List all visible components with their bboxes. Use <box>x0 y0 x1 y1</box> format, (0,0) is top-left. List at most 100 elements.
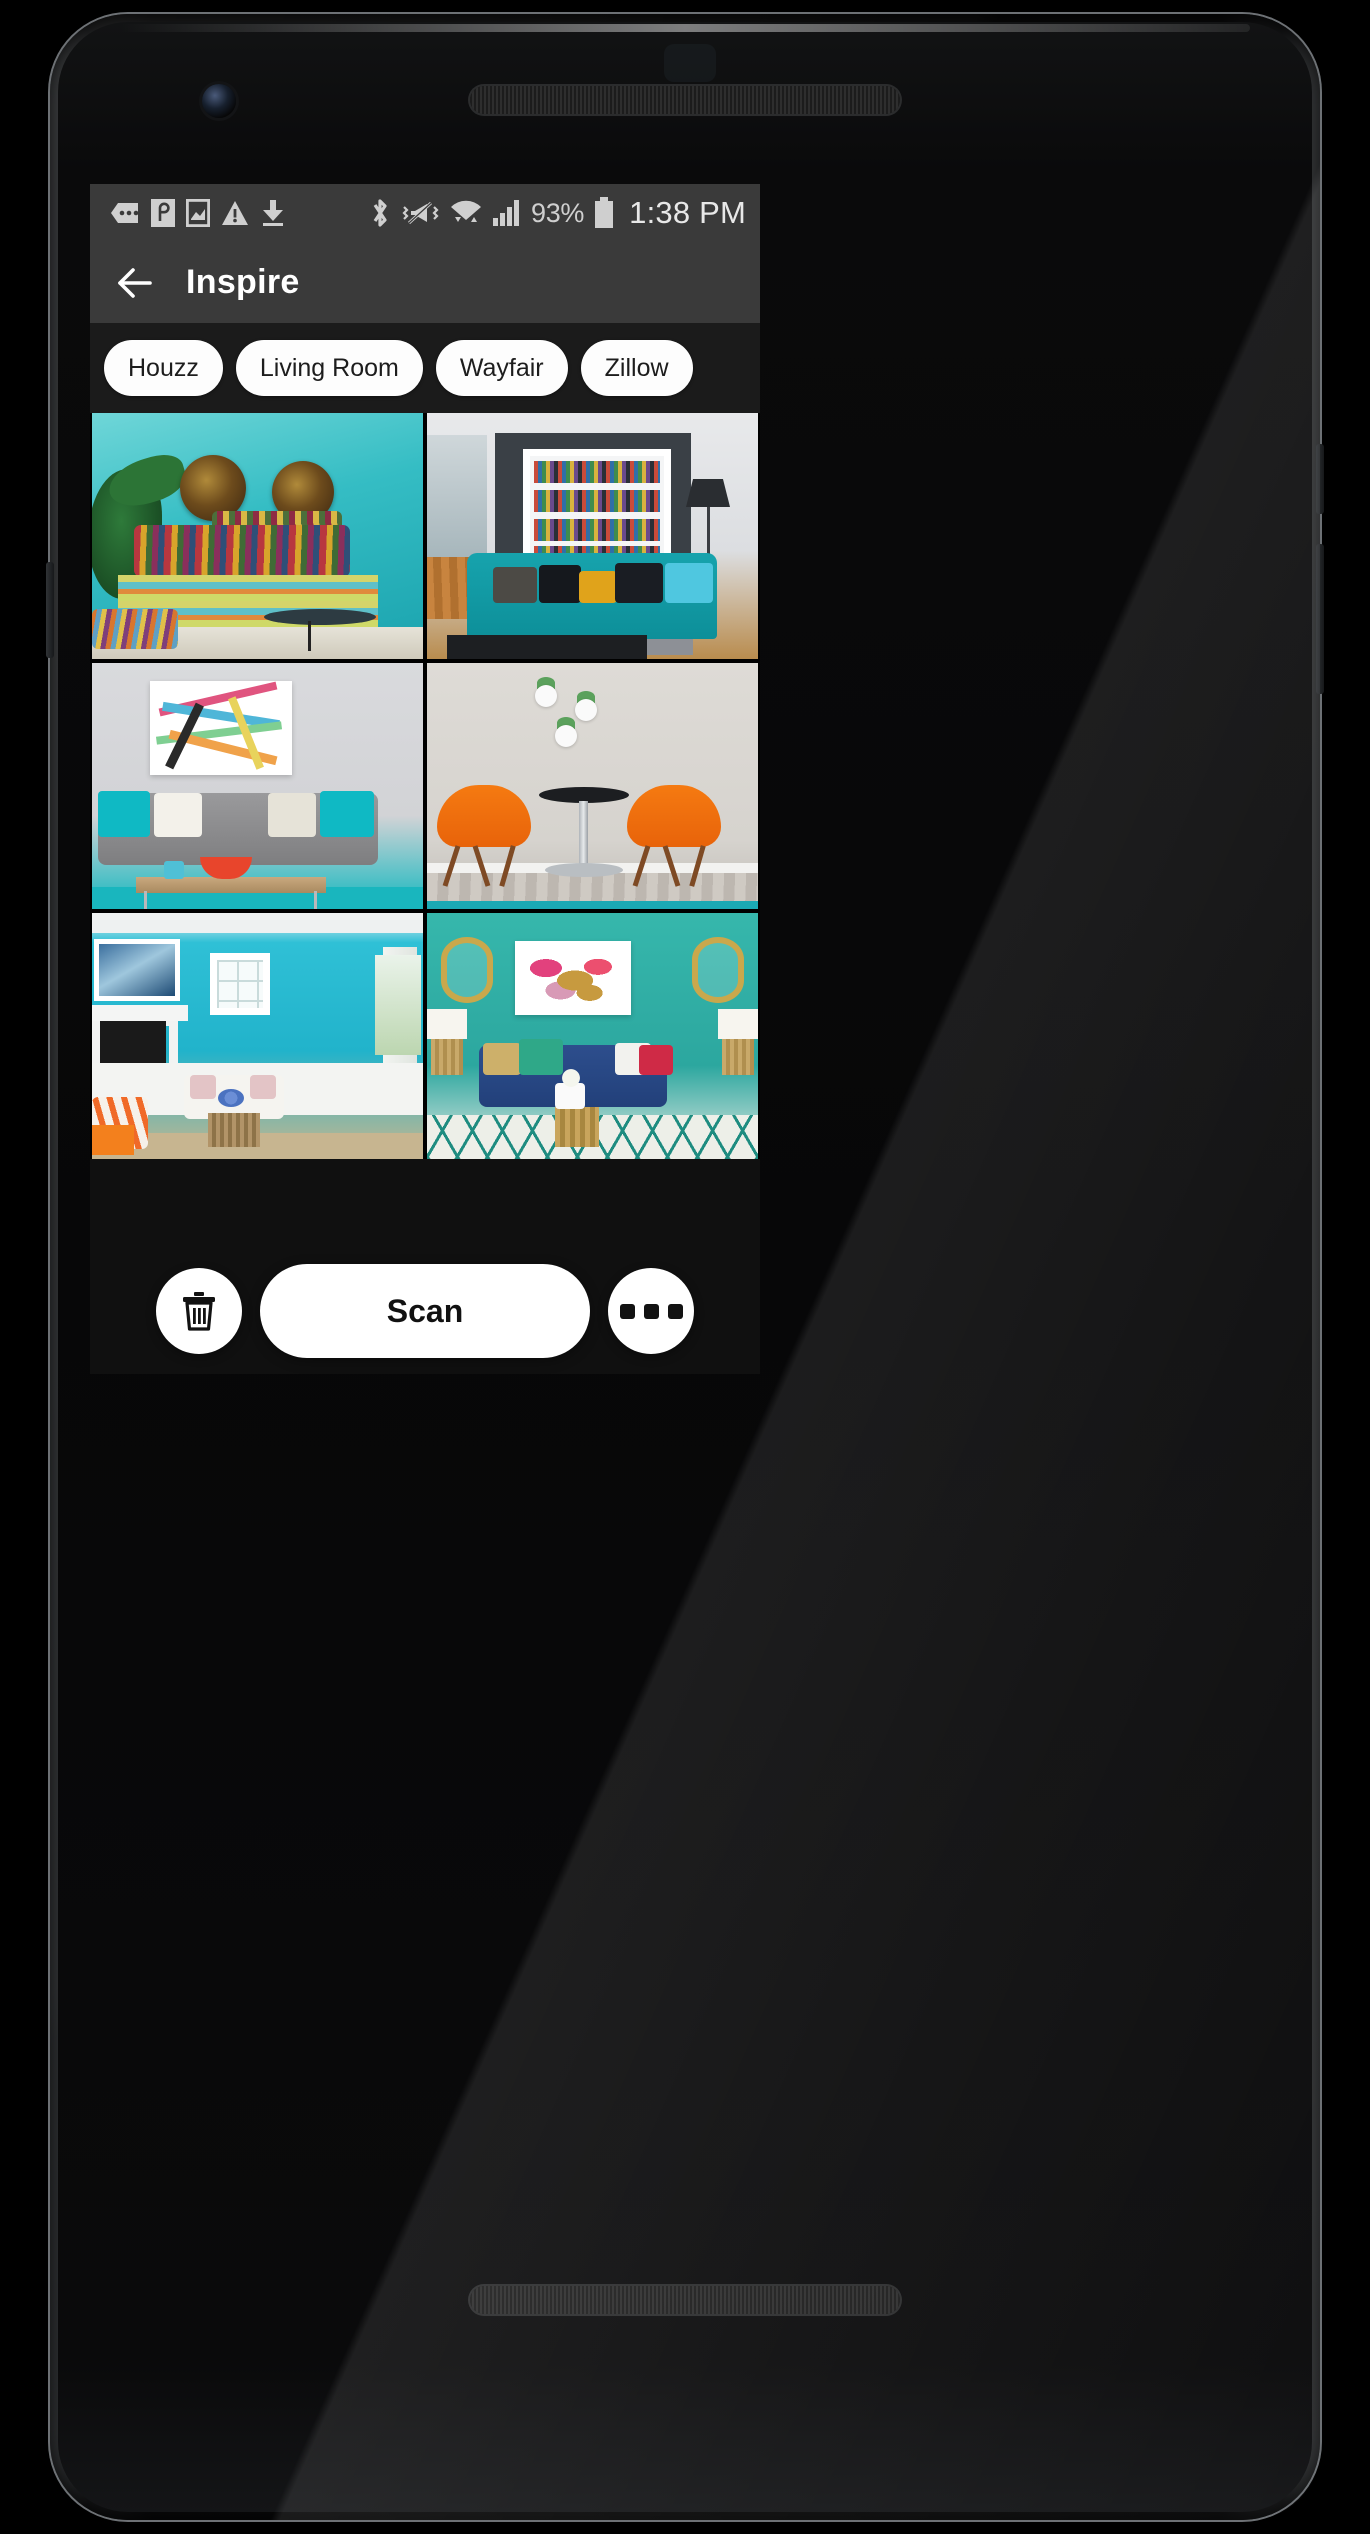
coffee-table-decor <box>447 635 647 659</box>
app-bar: Inspire <box>90 242 760 323</box>
table-leg-decor <box>314 891 317 909</box>
overflow-menu-button[interactable] <box>608 1268 694 1354</box>
quatrefoil-mirror-decor <box>692 937 744 1003</box>
chip-label: Wayfair <box>459 353 544 382</box>
abstract-art-decor <box>150 681 292 775</box>
earpiece-speaker-top <box>470 86 900 114</box>
app-screen: 93% 1:38 PM Inspire Houzz Living Room Wa… <box>90 184 760 1374</box>
chip-label: Zillow <box>604 353 669 382</box>
window-decor <box>210 953 270 1015</box>
decor-bowl <box>200 857 252 879</box>
battery-percentage: 93% <box>531 197 585 228</box>
floor-lamp-decor <box>686 479 730 507</box>
table-lamp-decor <box>718 1009 758 1039</box>
gallery-tile-5[interactable] <box>92 913 423 1159</box>
page-title: Inspire <box>186 263 300 301</box>
pillow-decor <box>134 525 350 577</box>
pillow-decor <box>250 1075 276 1099</box>
table-base-decor <box>545 863 623 877</box>
pillow-decor <box>98 791 150 837</box>
orange-chair-decor <box>437 785 531 847</box>
cushion-decor <box>615 563 663 603</box>
front-camera-icon <box>202 84 236 118</box>
status-bar-left-icons <box>110 199 286 227</box>
gallery-tile-1[interactable] <box>92 413 423 659</box>
more-messages-icon <box>111 203 139 223</box>
chip-wayfair[interactable]: Wayfair <box>435 340 568 396</box>
bottom-action-bar: Scan <box>90 1264 760 1358</box>
gallery-tile-6[interactable] <box>427 913 758 1159</box>
table-stem-decor <box>579 801 588 867</box>
app-notification-icon <box>151 199 175 227</box>
cushion-decor <box>579 571 617 603</box>
wall-planter-decor <box>555 725 577 747</box>
pink-gold-art-decor <box>515 941 631 1015</box>
wall-planter-decor <box>535 685 557 707</box>
mantel-decor <box>92 1005 188 1021</box>
lamp-base-decor <box>431 1039 463 1075</box>
gallery-tile-4[interactable] <box>427 663 758 909</box>
pillow-decor <box>483 1043 521 1075</box>
filter-chip-row: Houzz Living Room Wayfair Zillow <box>90 323 760 413</box>
pillow-decor <box>190 1075 216 1099</box>
scan-button-label: Scan <box>386 1292 464 1329</box>
table-leg-decor <box>144 891 147 909</box>
download-icon <box>263 200 283 226</box>
window-decor <box>375 955 421 1055</box>
table-leg-decor <box>308 621 311 651</box>
battery-icon <box>595 197 614 228</box>
volume-button[interactable] <box>46 562 54 658</box>
cushion-decor <box>493 567 537 603</box>
throw-blanket-decor <box>92 1125 134 1155</box>
quatrefoil-mirror-decor <box>441 937 493 1003</box>
scan-button[interactable]: Scan <box>260 1264 590 1358</box>
chip-living-room[interactable]: Living Room <box>235 340 423 396</box>
warning-icon <box>222 201 248 225</box>
bookshelf-decor <box>523 449 671 568</box>
coffee-table-decor <box>136 877 326 893</box>
orange-chair-decor <box>627 785 721 847</box>
ceiling-decor <box>92 913 423 933</box>
lamp-base-decor <box>722 1039 754 1075</box>
flowers-decor <box>551 1067 591 1089</box>
mug-decor <box>164 861 184 879</box>
volume-rocker-right[interactable] <box>1316 544 1324 694</box>
table-decor <box>264 609 376 625</box>
delete-button[interactable] <box>156 1268 242 1354</box>
photo-grid <box>90 413 760 1159</box>
more-horizontal-icon <box>619 1303 683 1319</box>
rug-decor <box>427 901 758 909</box>
cushion-decor <box>665 563 713 603</box>
flowers-decor <box>218 1089 244 1107</box>
pillow-decor <box>268 793 316 837</box>
gallery-tile-2[interactable] <box>427 413 758 659</box>
wave-art-decor <box>94 939 180 1001</box>
power-button[interactable] <box>1316 444 1324 514</box>
phone-device-frame: 93% 1:38 PM Inspire Houzz Living Room Wa… <box>46 14 1324 2520</box>
table-lamp-decor <box>427 1009 467 1039</box>
chip-houzz[interactable]: Houzz <box>104 340 223 396</box>
status-bar-clock: 1:38 PM <box>629 195 746 230</box>
speaker-bottom <box>470 2286 900 2314</box>
wifi-icon <box>451 200 481 222</box>
pillow-decor <box>320 791 374 837</box>
basket-table-decor <box>208 1113 260 1147</box>
chair-legs-decor <box>632 845 709 889</box>
vibrate-off-icon <box>402 201 439 225</box>
pillow-decor <box>154 793 202 837</box>
chip-label: Living Room <box>259 353 399 382</box>
chip-zillow[interactable]: Zillow <box>580 340 693 396</box>
status-bar-right-icons: 93% 1:38 PM <box>369 195 746 231</box>
wall-planter-decor <box>575 699 597 721</box>
screenshot-icon <box>186 199 210 227</box>
status-bar: 93% 1:38 PM <box>90 184 760 242</box>
proximity-sensor <box>664 44 716 82</box>
back-arrow-icon[interactable] <box>116 266 158 300</box>
floor-pillow-decor <box>92 609 178 649</box>
chair-legs-decor <box>442 845 519 889</box>
side-table-decor <box>555 1107 599 1147</box>
bluetooth-icon <box>373 199 387 227</box>
chip-label: Houzz <box>128 353 199 382</box>
trash-icon <box>183 1292 215 1331</box>
gallery-tile-3[interactable] <box>92 663 423 909</box>
